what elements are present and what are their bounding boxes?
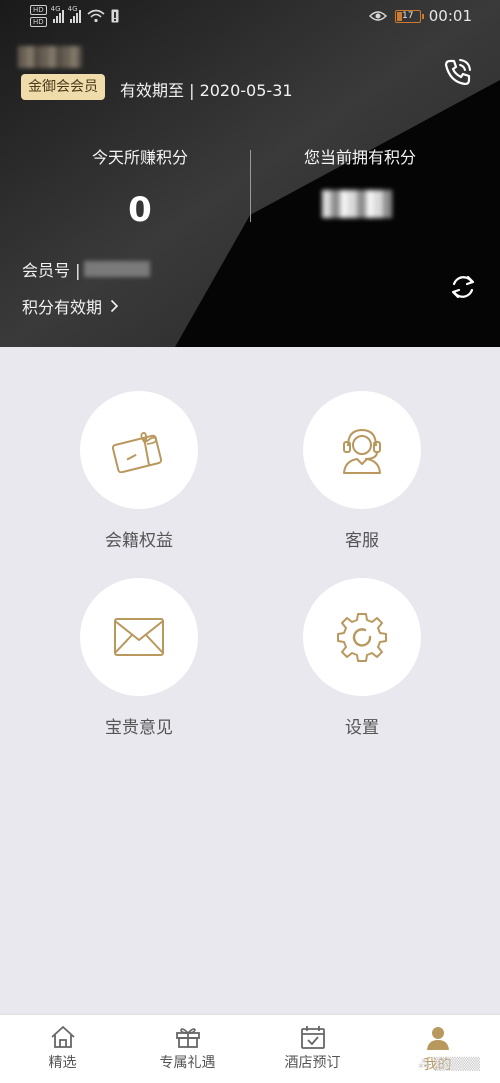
member-number-redacted — [84, 261, 151, 277]
grid-item-label: 宝贵意见 — [105, 718, 173, 738]
chevron-right-icon — [110, 299, 119, 313]
watermark-redacted: ⁂ ▒▒▒▒▒ — [418, 1057, 480, 1071]
today-points: 今天所赚积分 0 — [15, 144, 265, 230]
nav-item-hotel-booking[interactable]: 酒店预订 — [250, 1015, 375, 1083]
membership-valid-until: 有效期至 | 2020-05-31 — [120, 81, 293, 100]
today-points-label: 今天所赚积分 — [91, 148, 188, 167]
bottom-navigation: 精选 专属礼遇 酒店预订 我的 — [0, 1014, 500, 1083]
alert-icon — [111, 9, 119, 23]
wifi-icon — [87, 9, 105, 23]
grid-item-membership-benefits[interactable]: 会籍权益 — [59, 391, 219, 551]
current-points: 您当前拥有积分 — [235, 144, 485, 168]
grid-icon-circle — [80, 391, 198, 509]
hd-badge: HD — [30, 17, 47, 27]
grid-icon-circle — [303, 578, 421, 696]
points-validity-link[interactable]: 积分有效期 — [22, 294, 119, 318]
person-icon — [426, 1027, 449, 1050]
signal-icon: 4G — [51, 5, 64, 23]
status-time: 00:01 — [428, 7, 472, 25]
phone-icon[interactable] — [442, 56, 474, 88]
nav-item-exclusive-offers[interactable]: 专属礼遇 — [125, 1015, 250, 1083]
points-validity-label: 积分有效期 — [22, 298, 103, 317]
signal-icon: 4G — [68, 5, 81, 23]
grid-item-feedback[interactable]: 宝贵意见 — [59, 578, 219, 738]
nav-label: 酒店预订 — [284, 1055, 341, 1071]
grid-item-label: 客服 — [345, 531, 379, 551]
home-icon — [50, 1026, 75, 1048]
gear-icon — [337, 613, 387, 662]
current-points-value-redacted — [322, 190, 392, 218]
battery-level: 17 — [402, 10, 414, 21]
nav-item-featured[interactable]: 精选 — [0, 1015, 125, 1083]
nav-item-mine[interactable]: 我的 — [375, 1015, 500, 1083]
network-type-label: 4G — [50, 5, 61, 13]
network-type-label: 4G — [67, 5, 78, 13]
member-number-label: 会员号 | — [22, 261, 81, 280]
calendar-check-icon — [300, 1026, 325, 1049]
battery-icon: 17 — [394, 9, 424, 23]
grid-item-label: 会籍权益 — [105, 531, 173, 551]
grid-item-settings[interactable]: 设置 — [282, 578, 442, 738]
hd-badge: HD — [30, 5, 47, 15]
grid-item-label: 设置 — [345, 718, 379, 738]
headset-icon — [343, 428, 381, 474]
grid-item-customer-service[interactable]: 客服 — [282, 391, 442, 551]
member-name-redacted — [18, 46, 82, 68]
status-bar: HD HD 4G 4G 17 00:01 — [0, 0, 500, 36]
grid-icon-circle — [303, 391, 421, 509]
gift-card-icon — [112, 432, 163, 473]
grid-icon-circle — [80, 578, 198, 696]
member-number-row: 会员号 | — [22, 257, 151, 281]
envelope-icon — [114, 618, 164, 656]
gift-icon — [175, 1028, 200, 1048]
member-tier-badge: 金御会会员 — [21, 74, 105, 100]
today-points-value: 0 — [128, 190, 152, 230]
member-header: HD HD 4G 4G 17 00:01 金御会会员 有效期至 | 2020-0… — [0, 0, 500, 347]
refresh-icon[interactable] — [446, 270, 480, 304]
nav-label: 精选 — [48, 1055, 77, 1071]
eye-icon — [368, 11, 387, 21]
current-points-label: 您当前拥有积分 — [303, 148, 416, 167]
nav-label: 专属礼遇 — [159, 1055, 216, 1071]
